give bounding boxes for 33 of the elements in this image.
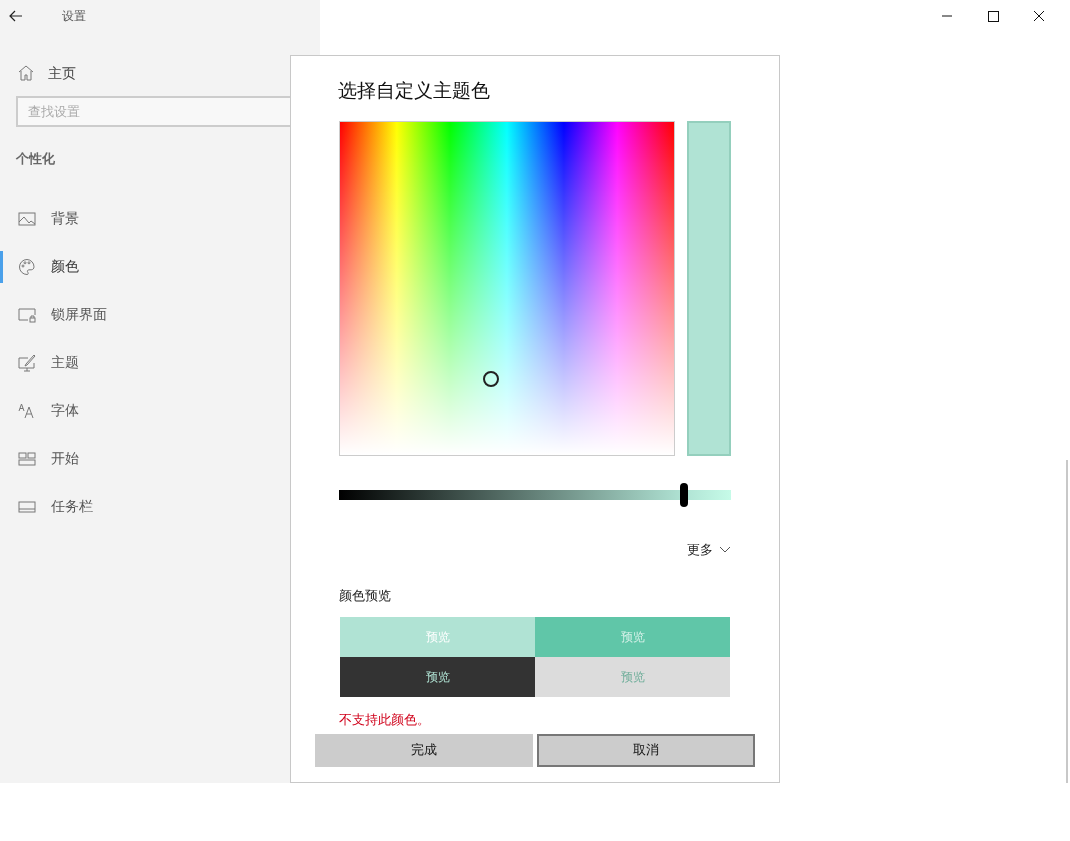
dialog-title: 选择自定义主题色 — [338, 78, 491, 103]
nav-item[interactable]: 锁屏界面 — [0, 298, 320, 331]
nav-item[interactable]: 主页 — [0, 57, 320, 89]
brightness-slider[interactable] — [339, 483, 731, 507]
nav-item[interactable]: 字体 — [0, 394, 320, 427]
preview-heading: 颜色预览 — [339, 586, 392, 605]
error-message: 不支持此颜色。 — [339, 711, 431, 729]
section-heading: 个性化 — [16, 150, 56, 168]
scrollbar[interactable] — [1066, 460, 1068, 783]
monitor-lock-icon — [18, 305, 36, 324]
nav-item[interactable]: 任务栏 — [0, 490, 320, 523]
home-icon — [17, 64, 35, 82]
dialog-button[interactable]: 完成 — [315, 733, 533, 767]
dialog-button[interactable]: 取消 — [537, 733, 755, 767]
back-icon[interactable] — [9, 9, 23, 23]
window-title: 设置 — [62, 8, 86, 25]
tiles-icon — [18, 449, 36, 468]
nav-item[interactable]: 主题 — [0, 346, 320, 379]
more-button[interactable]: 更多 — [687, 540, 731, 560]
picker-handle[interactable] — [483, 371, 499, 387]
nav-item[interactable]: 背景 — [0, 202, 320, 235]
letters-icon — [18, 401, 36, 420]
color-spectrum[interactable] — [339, 121, 675, 456]
preview-tile: 预览 — [535, 657, 730, 697]
nav-item[interactable]: 开始 — [0, 442, 320, 475]
preview-tile: 预览 — [535, 617, 730, 657]
monitor-pen-icon — [18, 353, 36, 372]
preview-tile: 预览 — [340, 657, 535, 697]
picture-icon — [18, 209, 36, 228]
palette-icon — [18, 257, 36, 276]
preview-tile: 预览 — [340, 617, 535, 657]
slider-thumb[interactable] — [679, 483, 688, 507]
chevron-icon — [719, 545, 731, 554]
